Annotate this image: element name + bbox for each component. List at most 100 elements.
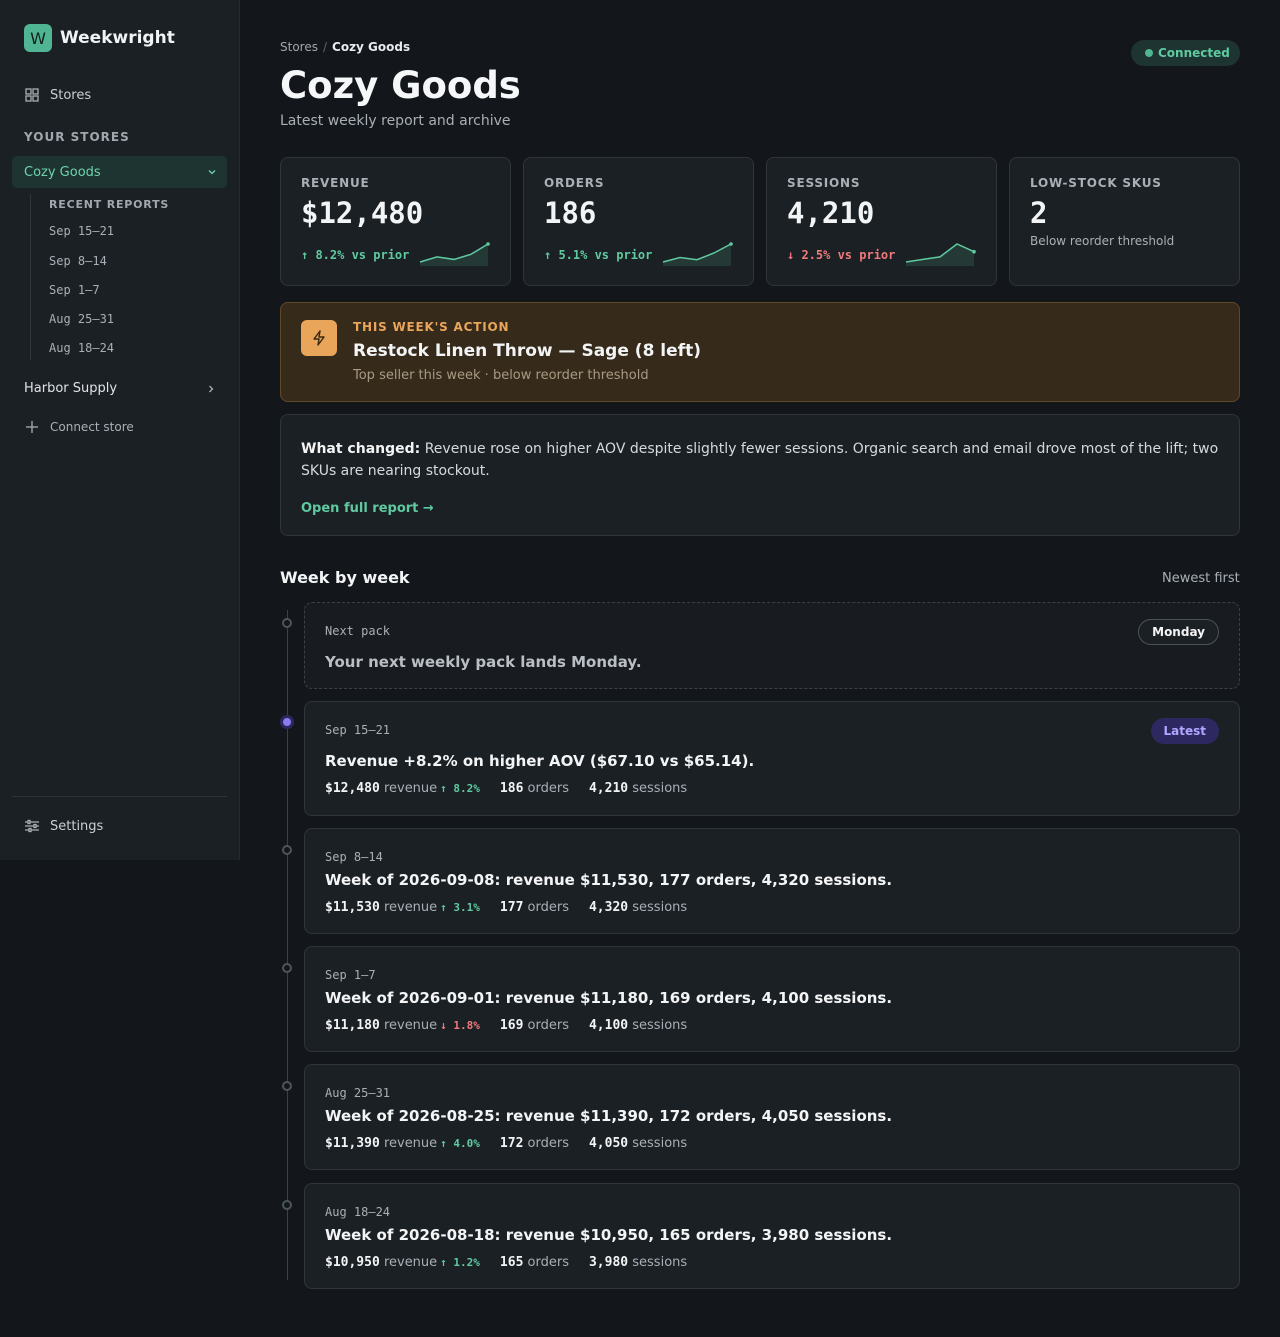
kpi-delta: ↓ 2.5% vs prior bbox=[787, 248, 896, 262]
breadcrumb-current: Cozy Goods bbox=[332, 40, 411, 54]
kpi-value: $12,480 bbox=[301, 196, 424, 230]
revenue-delta: ↑ 8.2% bbox=[440, 782, 480, 795]
sparkline-dot bbox=[729, 242, 733, 246]
sidebar-divider bbox=[12, 796, 227, 797]
brand[interactable]: W Weekwright bbox=[24, 24, 175, 52]
status-label: Connected bbox=[1158, 46, 1230, 60]
week-date: Aug 18–24 bbox=[325, 1205, 391, 1219]
week-revenue: $11,390 revenue ↑ 4.0% bbox=[325, 1136, 480, 1151]
status-dot-icon bbox=[1145, 49, 1153, 57]
week-stats: $11,180 revenue ↓ 1.8% 169 orders 4,100 s… bbox=[325, 1018, 707, 1033]
kpi-value: 4,210 bbox=[787, 196, 875, 230]
weekly-action-card[interactable]: THIS WEEK'S ACTION Restock Linen Throw —… bbox=[280, 302, 1240, 402]
sidebar-item-label: Settings bbox=[50, 818, 104, 834]
week-card[interactable]: Aug 25–31 Week of 2026-08-25: revenue $1… bbox=[304, 1064, 1240, 1170]
kpi-label: SESSIONS bbox=[787, 176, 861, 190]
orders-value: 172 bbox=[499, 1136, 524, 1151]
action-kicker: THIS WEEK'S ACTION bbox=[353, 320, 510, 334]
timeline-dot bbox=[282, 1081, 292, 1091]
week-stats: $10,950 revenue ↑ 1.2% 165 orders 3,980 s… bbox=[325, 1255, 707, 1270]
week-card[interactable]: Aug 18–24 Week of 2026-08-18: revenue $1… bbox=[304, 1183, 1240, 1289]
next-pack-text: Your next weekly pack lands Monday. bbox=[325, 653, 642, 671]
action-headline: Restock Linen Throw — Sage (8 left) bbox=[353, 341, 701, 361]
breadcrumb: Stores / Cozy Goods bbox=[280, 40, 410, 54]
week-date: Aug 25–31 bbox=[325, 1086, 391, 1100]
kpi-value: 186 bbox=[544, 196, 597, 230]
sidebar-item-settings[interactable]: Settings bbox=[24, 818, 103, 834]
week-card[interactable]: Sep 15–21 Latest Revenue +8.2% on higher… bbox=[304, 701, 1240, 816]
recent-report-item[interactable]: Sep 8–14 bbox=[49, 254, 107, 268]
sparkline-dot bbox=[486, 242, 490, 246]
recent-reports-tree: RECENT REPORTS Sep 15–21 Sep 8–14 Sep 1–… bbox=[30, 194, 220, 360]
week-orders: 186 orders bbox=[500, 781, 569, 796]
timeline-dot bbox=[282, 963, 292, 973]
next-pack-badge: Monday bbox=[1138, 619, 1219, 645]
revenue-delta: ↑ 4.0% bbox=[440, 1137, 480, 1150]
chevron-right-icon bbox=[206, 383, 216, 398]
revenue-value: $12,480 bbox=[325, 781, 380, 796]
sidebar-store-harbor-supply[interactable]: Harbor Supply bbox=[24, 381, 220, 396]
sparkline-dot bbox=[972, 249, 976, 254]
chevron-down-icon bbox=[207, 166, 217, 181]
week-orders: 172 orders bbox=[500, 1136, 569, 1151]
week-orders: 177 orders bbox=[500, 900, 569, 915]
recent-report-item[interactable]: Aug 18–24 bbox=[49, 341, 114, 355]
week-sessions: 4,320 sessions bbox=[589, 900, 687, 915]
sessions-value: 4,210 bbox=[588, 781, 629, 796]
week-date: Sep 15–21 bbox=[325, 723, 391, 737]
week-card[interactable]: Sep 1–7 Week of 2026-09-01: revenue $11,… bbox=[304, 946, 1240, 1052]
recent-report-item[interactable]: Sep 15–21 bbox=[49, 224, 114, 238]
sort-toggle[interactable]: Newest first bbox=[1162, 571, 1240, 586]
kpi-card-sessions: SESSIONS 4,210 ↓ 2.5% vs prior bbox=[766, 157, 997, 286]
recent-report-item[interactable]: Aug 25–31 bbox=[49, 312, 114, 326]
revenue-delta: ↑ 3.1% bbox=[440, 901, 480, 914]
status-badge: Connected bbox=[1131, 40, 1240, 66]
sparkline-area bbox=[420, 244, 488, 266]
what-changed-text: What changed: Revenue rose on higher AOV… bbox=[301, 438, 1226, 482]
store-name: Cozy Goods bbox=[24, 164, 101, 180]
revenue-label: revenue bbox=[383, 900, 438, 915]
sidebar-store-cozy-goods[interactable]: Cozy Goods bbox=[12, 156, 227, 188]
week-stats: $11,390 revenue ↑ 4.0% 172 orders 4,050 s… bbox=[325, 1136, 707, 1151]
next-pack-label: Next pack bbox=[325, 624, 391, 638]
timeline-dot bbox=[282, 1200, 292, 1210]
revenue-value: $11,530 bbox=[325, 900, 380, 915]
recent-report-item[interactable]: Sep 1–7 bbox=[49, 283, 100, 297]
sidebar-item-stores[interactable]: Stores bbox=[24, 87, 91, 103]
kpi-card-low-stock: LOW-STOCK SKUS 2 Below reorder threshold bbox=[1009, 157, 1240, 286]
what-changed-label: What changed: bbox=[301, 441, 421, 457]
section-title: Week by week bbox=[280, 568, 410, 587]
week-revenue: $11,180 revenue ↓ 1.8% bbox=[325, 1018, 480, 1033]
revenue-label: revenue bbox=[383, 1136, 438, 1151]
revenue-value: $11,180 bbox=[325, 1018, 380, 1033]
what-changed-card: What changed: Revenue rose on higher AOV… bbox=[280, 414, 1240, 536]
sessions-label: sessions bbox=[632, 1136, 688, 1151]
week-headline: Revenue +8.2% on higher AOV ($67.10 vs $… bbox=[325, 752, 755, 770]
kpi-value: 2 bbox=[1030, 196, 1048, 230]
kpi-label: LOW-STOCK SKUS bbox=[1030, 176, 1162, 190]
orders-label: orders bbox=[527, 1255, 569, 1270]
recent-reports-label: RECENT REPORTS bbox=[49, 198, 170, 211]
orders-value: 177 bbox=[499, 900, 524, 915]
grid-icon bbox=[24, 87, 40, 103]
week-sessions: 4,210 sessions bbox=[589, 781, 687, 796]
sessions-label: sessions bbox=[632, 900, 688, 915]
week-sessions: 4,050 sessions bbox=[589, 1136, 687, 1151]
open-full-report-link[interactable]: Open full report → bbox=[301, 501, 434, 516]
orders-label: orders bbox=[527, 1018, 569, 1033]
revenue-delta: ↑ 1.2% bbox=[440, 1256, 480, 1269]
revenue-label: revenue bbox=[383, 781, 438, 796]
sessions-value: 3,980 bbox=[588, 1255, 629, 1270]
week-date: Sep 1–7 bbox=[325, 968, 376, 982]
timeline-line bbox=[287, 610, 288, 1280]
connect-store-button[interactable]: Connect store bbox=[24, 419, 134, 435]
orders-value: 165 bbox=[499, 1255, 524, 1270]
sessions-label: sessions bbox=[632, 781, 688, 796]
breadcrumb-root[interactable]: Stores bbox=[280, 40, 318, 54]
week-card[interactable]: Sep 8–14 Week of 2026-09-08: revenue $11… bbox=[304, 828, 1240, 934]
week-revenue: $12,480 revenue ↑ 8.2% bbox=[325, 781, 480, 796]
sessions-value: 4,050 bbox=[588, 1136, 629, 1151]
orders-label: orders bbox=[527, 900, 569, 915]
week-revenue: $11,530 revenue ↑ 3.1% bbox=[325, 900, 480, 915]
timeline-dot bbox=[282, 618, 292, 628]
